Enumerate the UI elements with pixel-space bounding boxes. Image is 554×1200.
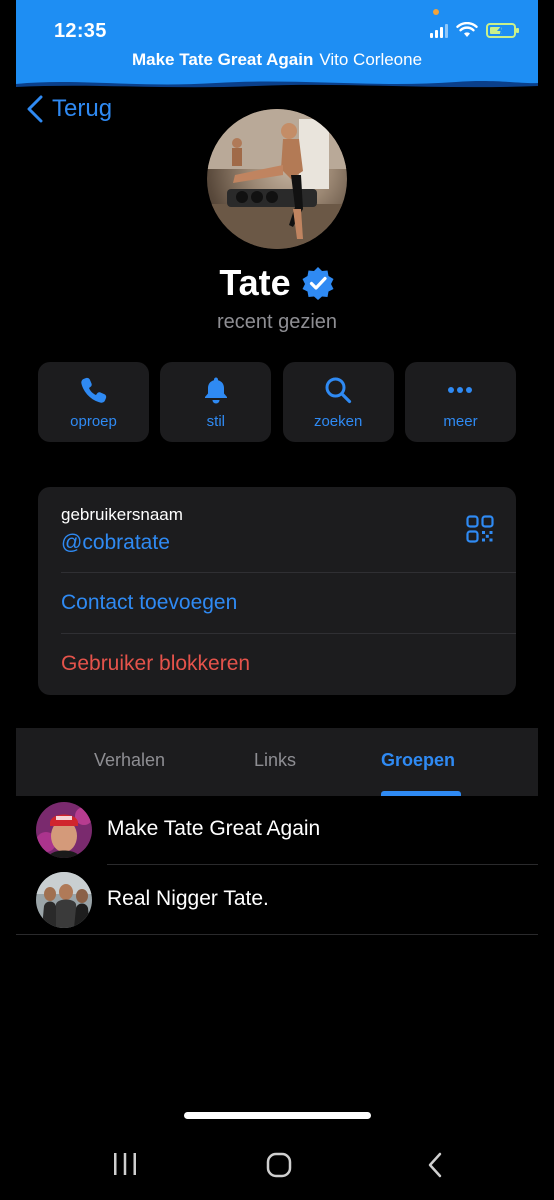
status-bar: 12:35 Make Tate Great Again Vito Corleone <box>16 0 538 90</box>
more-button[interactable]: meer <box>404 362 516 442</box>
card-divider <box>61 633 516 634</box>
system-navigation-bar <box>0 1140 554 1190</box>
bell-icon <box>204 377 227 403</box>
home-indicator[interactable] <box>184 1112 371 1119</box>
call-button-label: oproep <box>70 412 117 430</box>
mute-button-label: stil <box>206 412 225 430</box>
search-button-label: zoeken <box>313 412 363 430</box>
mute-button[interactable]: stil <box>160 362 272 442</box>
tab-links[interactable]: Links <box>254 750 296 771</box>
privacy-dot <box>433 9 439 15</box>
block-user-button[interactable]: Gebruiker blokkeren <box>61 652 250 676</box>
wifi-icon <box>456 22 478 37</box>
username-label: gebruikersnaam <box>61 505 183 524</box>
avatar-photo <box>207 109 347 249</box>
action-buttons: oproep stil zoeken meer <box>38 362 516 442</box>
qr-code-icon[interactable] <box>466 515 494 543</box>
group-name: Make Tate Great Again <box>107 817 321 840</box>
profile-name-row: Tate <box>0 262 554 304</box>
home-icon[interactable] <box>266 1152 292 1178</box>
media-tabs: Verhalen Links Groepen <box>16 728 538 796</box>
call-button[interactable]: oproep <box>38 362 149 442</box>
profile-name: Tate <box>219 262 291 303</box>
group-name: Real Nigger Tate. <box>107 887 269 910</box>
list-item[interactable]: Real Nigger Tate. <box>16 865 538 935</box>
username-row[interactable]: gebruikersnaam @cobratate <box>61 505 183 555</box>
back-label: Terug <box>52 95 113 122</box>
more-icon <box>448 386 473 393</box>
status-icons <box>430 22 519 38</box>
search-icon <box>325 377 352 403</box>
more-button-label: meer <box>443 412 478 430</box>
search-button[interactable]: zoeken <box>282 362 394 442</box>
card-divider <box>61 572 516 573</box>
chevron-left-icon <box>27 95 43 123</box>
call-banner-subtitle: Vito Corleone <box>319 50 423 69</box>
signal-icon <box>430 24 448 38</box>
active-call-banner[interactable]: Make Tate Great Again Vito Corleone <box>16 50 538 70</box>
status-time: 12:35 <box>54 20 107 42</box>
last-seen-status: recent gezien <box>216 311 338 333</box>
verified-badge-icon <box>302 267 334 300</box>
call-banner-title: Make Tate Great Again <box>131 50 314 69</box>
banner-wave <box>16 81 538 90</box>
group-avatar <box>36 872 92 928</box>
list-divider <box>16 934 538 935</box>
add-contact-button[interactable]: Contact toevoegen <box>61 591 237 615</box>
username-value[interactable]: @cobratate <box>61 531 183 555</box>
tab-groups[interactable]: Groepen <box>381 750 455 771</box>
list-item[interactable]: Make Tate Great Again <box>16 795 538 865</box>
battery-charging-icon <box>486 23 519 38</box>
tab-stories[interactable]: Verhalen <box>94 750 165 771</box>
contact-info-card: gebruikersnaam @cobratate Contact toevoe… <box>38 487 516 695</box>
back-nav-icon[interactable] <box>426 1152 444 1178</box>
phone-icon <box>80 377 106 403</box>
profile-avatar[interactable] <box>207 109 347 249</box>
group-avatar <box>36 802 92 858</box>
recent-apps-icon[interactable] <box>112 1152 138 1176</box>
back-button[interactable]: Terug <box>26 95 112 123</box>
